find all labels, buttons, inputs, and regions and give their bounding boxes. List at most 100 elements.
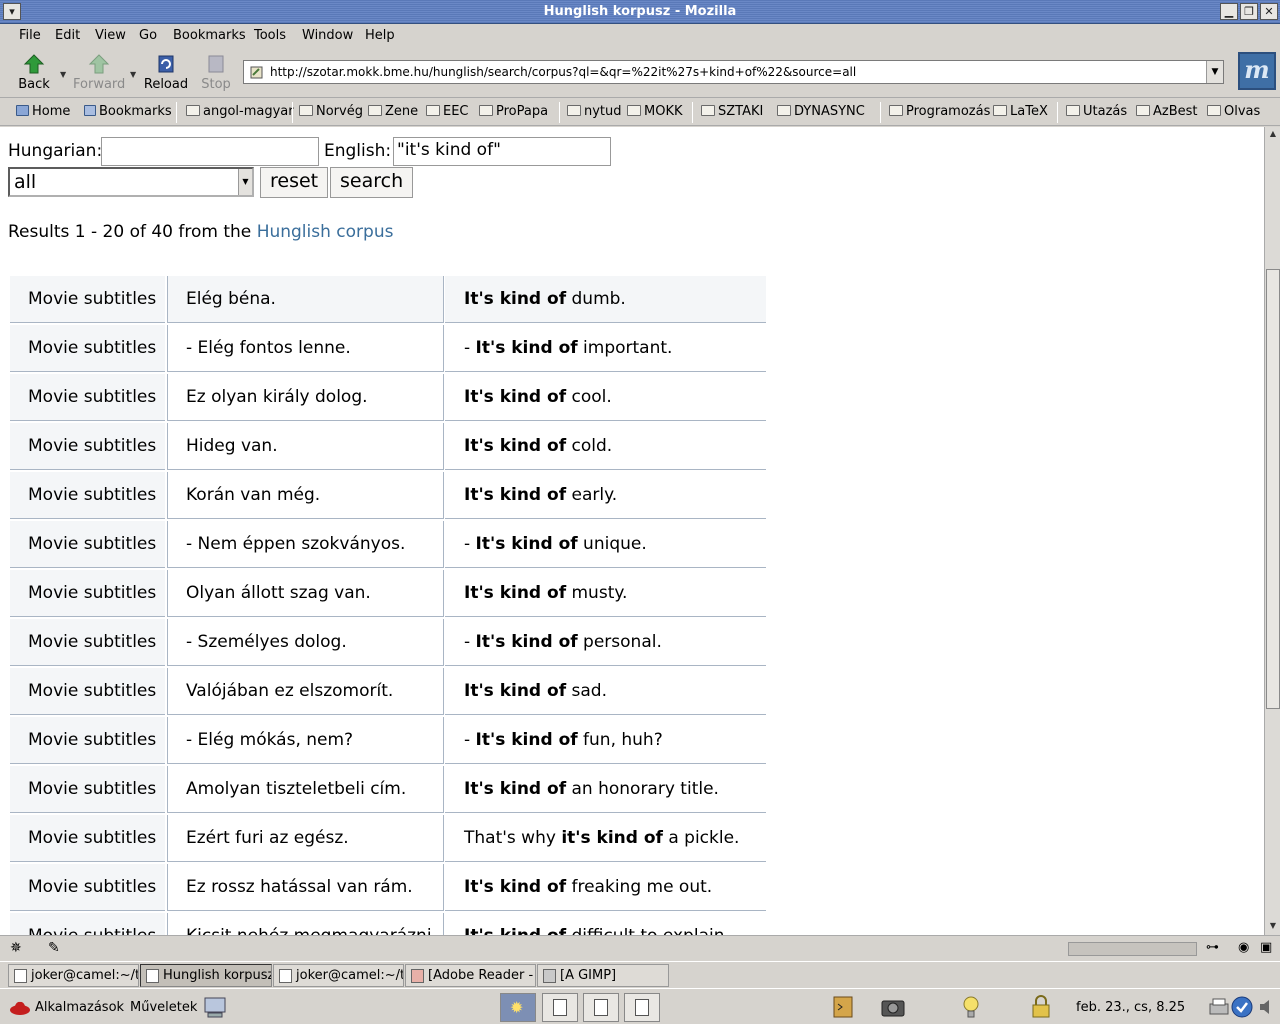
bookmark-bookmarks[interactable]: Bookmarks: [84, 104, 172, 119]
results-summary: Results 1 - 20 of 40 from the Hunglish c…: [8, 222, 394, 242]
english-suffix: early.: [566, 485, 618, 505]
chevron-down-icon[interactable]: ▼: [238, 169, 252, 195]
hunglish-corpus-link[interactable]: Hunglish corpus: [257, 222, 394, 242]
window-title: Hunglish korpusz - Mozilla: [543, 4, 737, 19]
component-bar-icon[interactable]: ✵: [10, 940, 22, 956]
vertical-scrollbar[interactable]: ▲ ▼: [1264, 127, 1280, 935]
search-button[interactable]: search: [330, 167, 414, 198]
menu-view[interactable]: View: [95, 28, 126, 43]
menu-bookmarks[interactable]: Bookmarks: [173, 28, 246, 43]
forward-button[interactable]: Forward: [73, 50, 125, 96]
menu-help[interactable]: Help: [365, 28, 395, 43]
computer-icon[interactable]: [202, 994, 228, 1020]
url-history-dropdown-icon[interactable]: ▼: [1206, 61, 1223, 83]
applications-menu[interactable]: Alkalmazások: [35, 1000, 124, 1015]
online-status-icon[interactable]: ⊶: [1206, 940, 1219, 955]
matched-phrase: It's kind of: [475, 534, 578, 554]
folder-icon: [993, 105, 1007, 116]
matched-phrase: It's kind of: [475, 632, 578, 652]
task-adobe-reader[interactable]: [Adobe Reader - h: [405, 964, 536, 987]
lightbulb-icon[interactable]: [958, 994, 984, 1020]
actions-menu[interactable]: Műveletek: [130, 1000, 197, 1015]
update-check-icon[interactable]: [1230, 995, 1254, 1019]
window-titlebar[interactable]: ▾ Hunglish korpusz - Mozilla ▁ ❐ ✕: [0, 0, 1280, 24]
menu-tools[interactable]: Tools: [254, 28, 286, 43]
security-icon[interactable]: ▣: [1260, 940, 1272, 955]
workspace-3[interactable]: [583, 993, 619, 1022]
bookmark-folder-programozas[interactable]: Programozás: [889, 104, 990, 119]
printer-icon[interactable]: [1208, 996, 1230, 1018]
reload-button[interactable]: Reload: [140, 50, 192, 96]
menu-window[interactable]: Window: [302, 28, 353, 43]
scrollbar-thumb[interactable]: [1266, 269, 1280, 709]
english-suffix: sad.: [566, 681, 607, 701]
workspace-active-icon: ✹: [510, 998, 524, 1017]
bookmark-folder-utazas[interactable]: Utazás: [1066, 104, 1127, 119]
back-dropdown-icon[interactable]: ▼: [60, 70, 66, 79]
bookmark-folder-angol-magyar[interactable]: angol-magyar: [186, 104, 294, 119]
source-cell: Movie subtitles: [10, 619, 165, 666]
bookmark-folder-olvas[interactable]: Olvas: [1207, 104, 1260, 119]
english-input[interactable]: "it's kind of": [393, 137, 611, 166]
table-row: Movie subtitles Ez rossz hatással van rám…: [10, 864, 766, 913]
english-suffix: freaking me out.: [566, 877, 713, 897]
workspace-1[interactable]: ✹: [500, 993, 536, 1022]
bookmark-folder-latex[interactable]: LaTeX: [993, 104, 1048, 119]
task-hunglish-korpusz[interactable]: Hunglish korpusz: [140, 964, 272, 987]
url-bar[interactable]: http://szotar.mokk.bme.hu/hunglish/searc…: [243, 60, 1224, 84]
bookmark-folder-sztaki[interactable]: SZTAKI: [701, 104, 763, 119]
menu-file[interactable]: File: [19, 28, 41, 43]
bookmark-folder-zene[interactable]: Zene: [368, 104, 418, 119]
navigation-toolbar: Back ▼ Forward ▼ Reload Stop http://szot…: [0, 48, 1280, 98]
hungarian-cell: Kicsit nehéz megmagyarázni.: [167, 913, 444, 935]
clock[interactable]: feb. 23., cs, 8.25: [1076, 1000, 1185, 1015]
redhat-icon[interactable]: [9, 997, 31, 1017]
bookmark-folder-eec[interactable]: EEC: [426, 104, 469, 119]
english-cell: It's kind of sad.: [445, 668, 766, 715]
menu-edit[interactable]: Edit: [55, 28, 80, 43]
task-gimp[interactable]: [A GIMP]: [537, 964, 669, 987]
page-icon: [250, 66, 263, 79]
bookmark-folder-azbest[interactable]: AzBest: [1136, 104, 1198, 119]
camera-icon[interactable]: [880, 994, 906, 1020]
bookmark-folder-propapa[interactable]: ProPapa: [479, 104, 548, 119]
matched-phrase: It's kind of: [464, 289, 567, 309]
minimize-button[interactable]: ▁: [1220, 3, 1238, 20]
table-row: Movie subtitles Amolyan tiszteletbeli cím…: [10, 766, 766, 815]
hungarian-input[interactable]: [101, 137, 319, 166]
workspace-4[interactable]: [624, 993, 660, 1022]
english-cell: It's kind of early.: [445, 472, 766, 519]
volume-icon[interactable]: [1258, 998, 1274, 1016]
hungarian-cell: Elég béna.: [167, 276, 444, 323]
bookmark-home[interactable]: Home: [16, 104, 70, 119]
terminal-launcher-icon[interactable]: [830, 994, 856, 1020]
task-terminal-2[interactable]: joker@camel:~/tm: [273, 964, 404, 987]
source-cell: Movie subtitles: [10, 766, 165, 813]
composer-icon[interactable]: ✎: [48, 940, 60, 956]
table-row: Movie subtitles Ezért furi az egész. That'…: [10, 815, 766, 864]
maximize-button[interactable]: ❐: [1240, 3, 1258, 20]
menu-go[interactable]: Go: [139, 28, 157, 43]
scroll-down-icon[interactable]: ▼: [1266, 919, 1280, 933]
english-suffix: musty.: [566, 583, 628, 603]
close-button[interactable]: ✕: [1260, 3, 1278, 20]
bookmark-folder-dynasync[interactable]: DYNASYNC: [777, 104, 865, 119]
task-terminal-1[interactable]: joker@camel:~/tm: [8, 964, 139, 987]
table-row: Movie subtitles Ez olyan király dolog. It'…: [10, 374, 766, 423]
source-select-value: all: [14, 171, 37, 193]
forward-dropdown-icon[interactable]: ▼: [130, 70, 136, 79]
workspace-2[interactable]: [542, 993, 578, 1022]
url-text[interactable]: http://szotar.mokk.bme.hu/hunglish/searc…: [270, 65, 856, 79]
stop-button[interactable]: Stop: [190, 50, 242, 96]
bookmark-folder-norveg[interactable]: Norvég: [299, 104, 363, 119]
mozilla-throbber-logo[interactable]: m: [1238, 52, 1276, 90]
lock-icon[interactable]: [1028, 994, 1054, 1020]
scroll-up-icon[interactable]: ▲: [1266, 127, 1280, 141]
back-button[interactable]: Back: [8, 50, 60, 96]
source-select[interactable]: all ▼: [8, 167, 254, 197]
matched-phrase: It's kind of: [475, 338, 578, 358]
privacy-icon[interactable]: ◉: [1238, 940, 1249, 955]
reset-button[interactable]: reset: [260, 167, 329, 198]
bookmark-folder-nytud[interactable]: nytud: [567, 104, 622, 119]
bookmark-folder-mokk[interactable]: MOKK: [627, 104, 683, 119]
